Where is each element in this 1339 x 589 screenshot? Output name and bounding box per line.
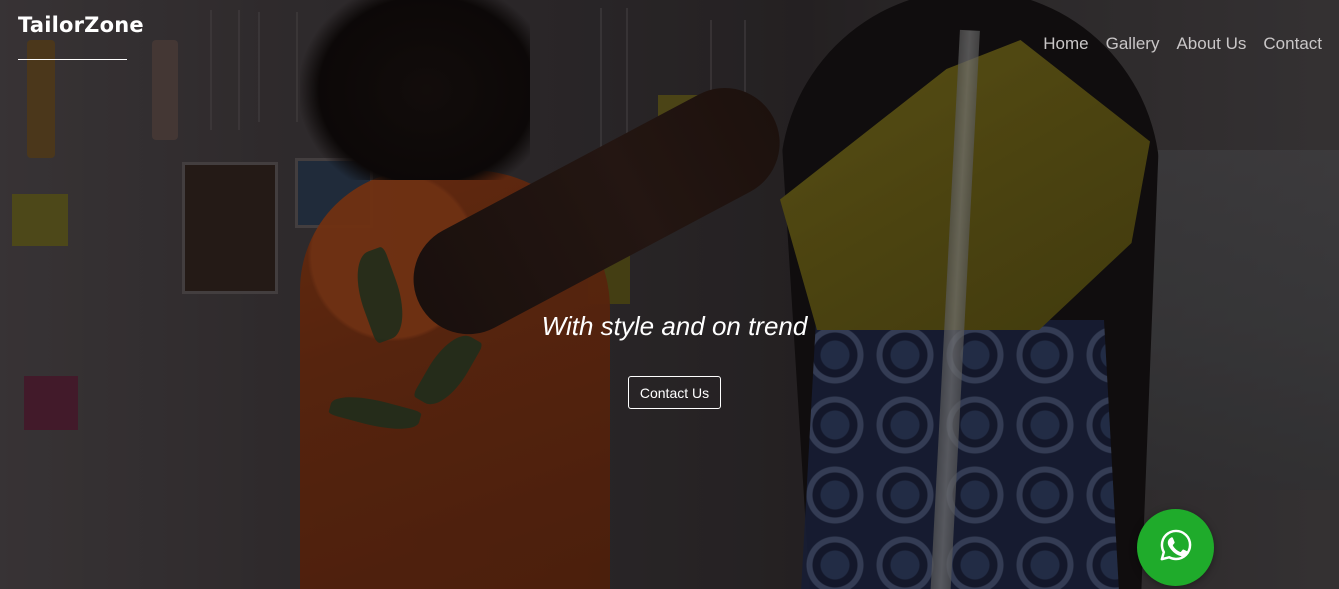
hero-overlay bbox=[0, 0, 1339, 589]
nav-gallery[interactable]: Gallery bbox=[1106, 34, 1160, 54]
brand-logo[interactable]: TailorZone bbox=[18, 13, 144, 37]
nav-about-us[interactable]: About Us bbox=[1176, 34, 1246, 54]
main-nav: Home Gallery About Us Contact bbox=[1026, 34, 1322, 54]
whatsapp-button[interactable] bbox=[1137, 509, 1214, 586]
hero-section: TailorZone Home Gallery About Us Contact… bbox=[0, 0, 1339, 589]
contact-us-button[interactable]: Contact Us bbox=[628, 376, 721, 409]
nav-contact[interactable]: Contact bbox=[1263, 34, 1322, 54]
whatsapp-icon bbox=[1158, 527, 1194, 568]
brand-underline bbox=[18, 59, 127, 60]
nav-home[interactable]: Home bbox=[1043, 34, 1088, 54]
hero-tagline: With style and on trend bbox=[541, 311, 808, 341]
